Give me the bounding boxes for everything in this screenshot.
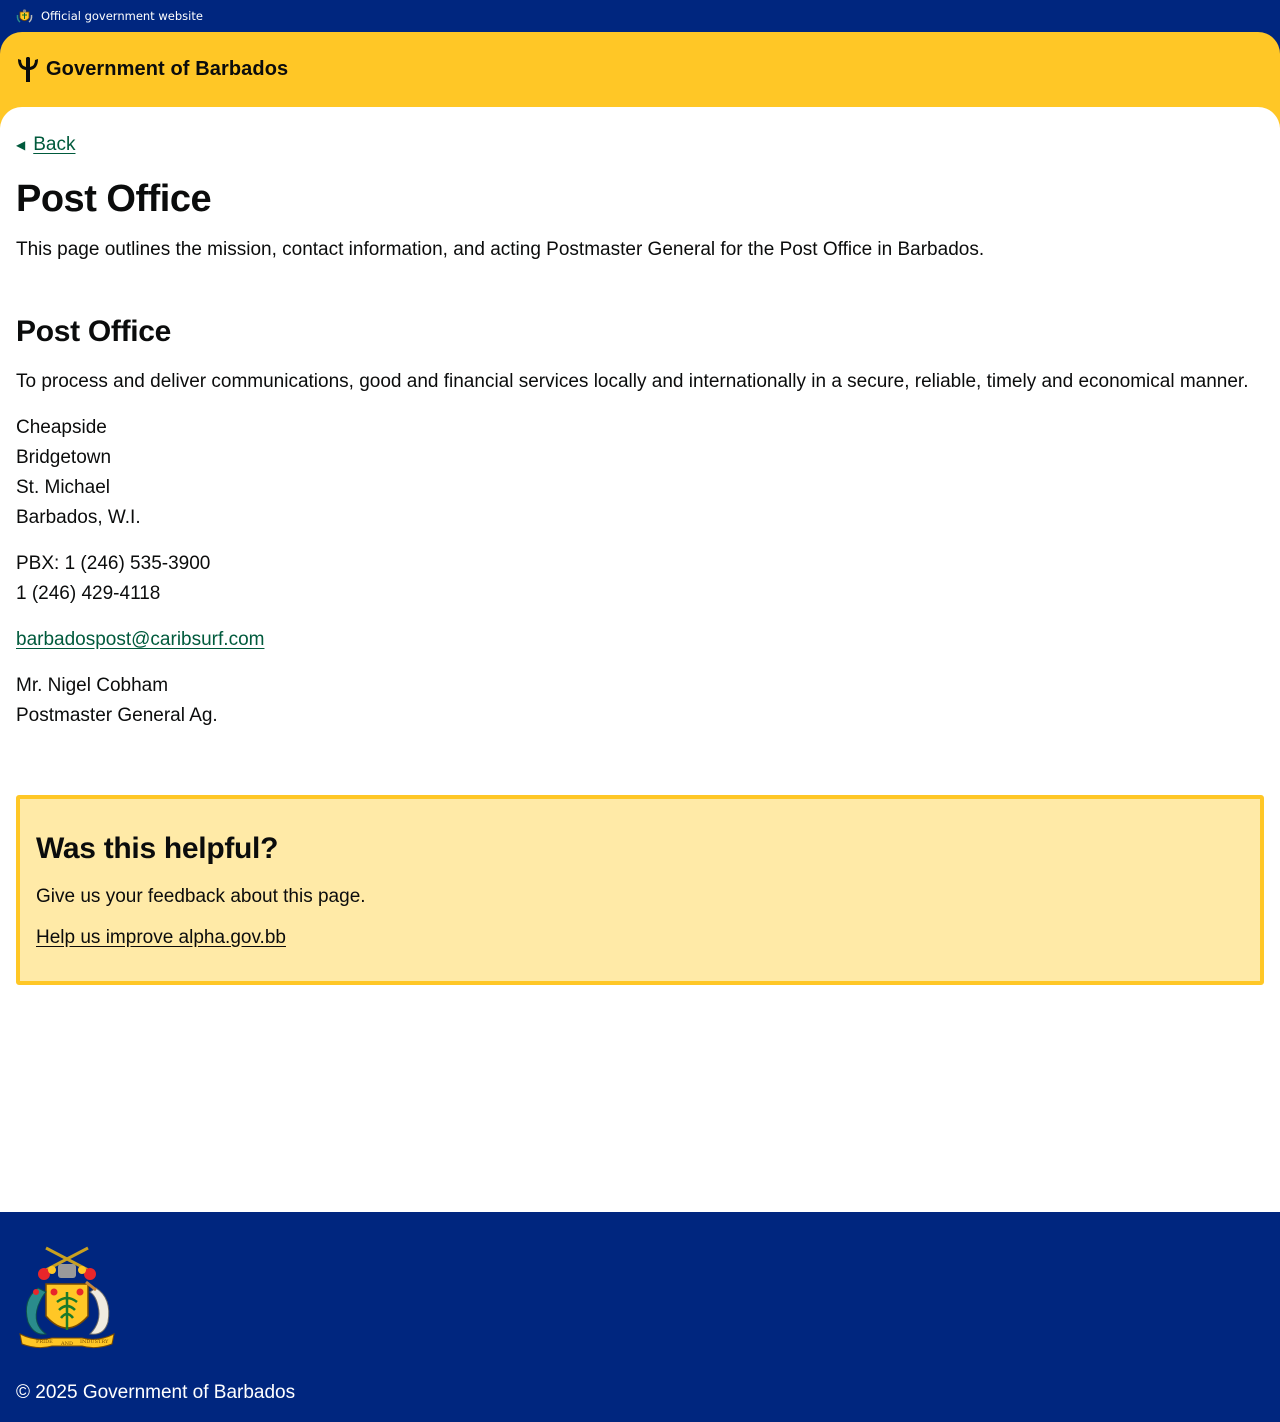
address-line: Cheapside [16, 417, 107, 438]
coat-of-arms-icon [16, 8, 33, 23]
motto-word: PRIDE [36, 1339, 53, 1345]
motto-word: AND [60, 1341, 73, 1347]
contact-title: Postmaster General Ag. [16, 705, 218, 726]
phone-line: 1 (246) 429-4118 [16, 583, 161, 604]
address-line: St. Michael [16, 477, 110, 498]
back-link-label[interactable]: Back [33, 134, 75, 156]
back-link[interactable]: ◀ Back [16, 133, 1264, 157]
feedback-text: Give us your feedback about this page. [36, 886, 366, 907]
official-banner-text: Official government website [41, 9, 203, 23]
contact-block: Mr. Nigel Cobham Postmaster General Ag. [16, 671, 1264, 731]
page-lead: This page outlines the mission, contact … [16, 239, 985, 260]
site-header: Government of Barbados [0, 32, 1280, 107]
feedback-heading: Was this helpful? [36, 832, 279, 865]
phone-line: PBX: 1 (246) 535-3900 [16, 553, 211, 574]
address-line: Bridgetown [16, 447, 112, 468]
page-title: Post Office [16, 178, 212, 220]
section-heading: Post Office [16, 315, 172, 348]
email-link[interactable]: barbadospost@caribsurf.com [16, 629, 264, 650]
official-banner: Official government website [0, 0, 1280, 32]
email-paragraph: barbadospost@caribsurf.com [16, 625, 1264, 655]
feedback-panel: Was this helpful? Give us your feedback … [16, 795, 1264, 985]
copyright-text: © 2025 Government of Barbados [16, 1382, 296, 1403]
main-content: ◀ Back Post Office This page outlines th… [0, 107, 1280, 1212]
trident-icon [18, 56, 38, 82]
site-brand-link[interactable]: Government of Barbados [46, 58, 288, 81]
arrow-left-icon: ◀ [16, 138, 26, 152]
coat-of-arms-icon: PRIDE AND INDUSTRY [19, 1246, 115, 1349]
site-footer: PRIDE AND INDUSTRY © 2025 Government of … [0, 1212, 1280, 1422]
feedback-link[interactable]: Help us improve alpha.gov.bb [36, 927, 286, 949]
address-block: Cheapside Bridgetown St. Michael Barbado… [16, 413, 1264, 533]
motto-word: INDUSTRY [80, 1339, 109, 1345]
address-line: Barbados, W.I. [16, 507, 141, 528]
phone-block: PBX: 1 (246) 535-3900 1 (246) 429-4118 [16, 549, 1264, 609]
contact-name: Mr. Nigel Cobham [16, 675, 169, 696]
mission-text: To process and deliver communications, g… [16, 371, 1249, 392]
